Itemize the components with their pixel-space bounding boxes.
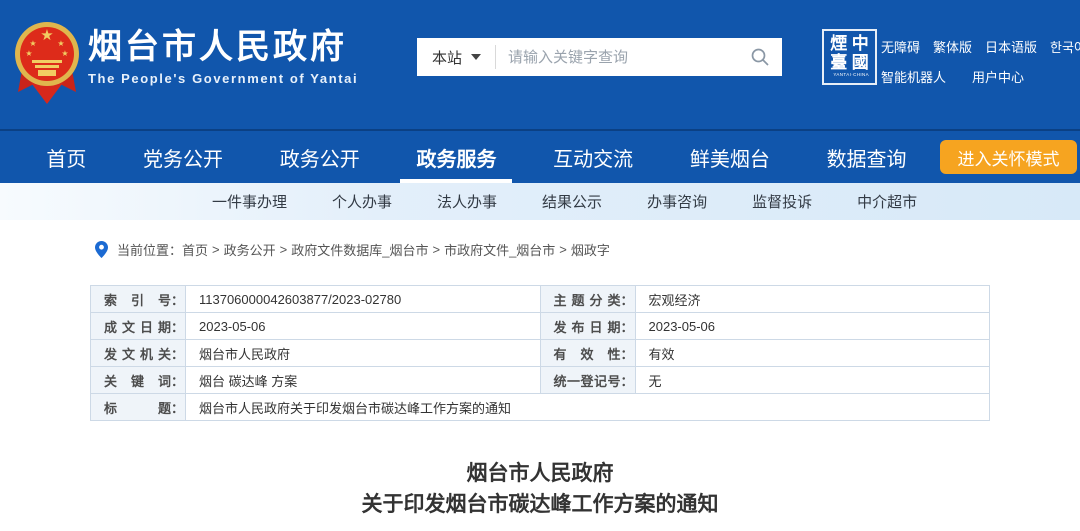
- subnav-item-intermediary[interactable]: 中介超市: [857, 191, 917, 212]
- table-row: 发文机关： 烟台市人民政府 有效性： 有效: [91, 340, 990, 367]
- site-title: 烟台市人民政府: [88, 27, 358, 67]
- meta-label-written-date: 成文日期：: [91, 313, 186, 340]
- breadcrumb-prefix: 当前位置：: [117, 240, 182, 259]
- svg-text:★: ★: [25, 49, 32, 58]
- nav-item-gov-disclosure[interactable]: 政务公开: [274, 131, 366, 183]
- main-nav: 首页 党务公开 政务公开 政务服务 互动交流 鲜美烟台 数据查询 进入关怀模式: [0, 131, 1080, 183]
- seal-char: 煙: [828, 34, 850, 53]
- crumb-city-gov-docs[interactable]: 市政府文件_烟台市: [444, 240, 555, 259]
- subnav-item-legal-person[interactable]: 法人办事: [437, 191, 497, 212]
- meta-label-topic-category: 主题分类：: [540, 286, 635, 313]
- seal-char: 國: [850, 53, 872, 72]
- meta-label-validity: 有效性：: [540, 340, 635, 367]
- meta-label-keywords: 关键词：: [91, 367, 186, 394]
- care-mode-button[interactable]: 进入关怀模式: [940, 140, 1077, 174]
- meta-value-issuing-agency: 烟台市人民政府: [186, 340, 541, 367]
- document-title-line1: 烟台市人民政府: [0, 458, 1080, 489]
- link-traditional-chinese[interactable]: 繁体版: [933, 37, 972, 56]
- table-row: 标题： 烟台市人民政府关于印发烟台市碳达峰工作方案的通知: [91, 394, 990, 421]
- meta-value-written-date: 2023-05-06: [186, 313, 541, 340]
- crumb-gov-disclosure[interactable]: 政务公开: [224, 240, 276, 259]
- meta-value-publish-date: 2023-05-06: [635, 313, 990, 340]
- site-subtitle: The People's Government of Yantai: [88, 71, 358, 86]
- nav-item-fresh-yantai[interactable]: 鲜美烟台: [684, 131, 776, 183]
- svg-text:★: ★: [61, 49, 68, 58]
- crumb-separator: >: [212, 242, 220, 257]
- crumb-home[interactable]: 首页: [182, 240, 208, 259]
- subnav-item-results[interactable]: 结果公示: [542, 191, 602, 212]
- meta-label-unified-reg-no: 统一登记号：: [540, 367, 635, 394]
- meta-value-topic-category: 宏观经济: [635, 286, 990, 313]
- crumb-separator: >: [280, 242, 288, 257]
- link-korean[interactable]: 한국어판: [1050, 37, 1080, 56]
- search-bar: 本站: [417, 38, 782, 76]
- nav-item-home[interactable]: 首页: [40, 131, 92, 183]
- search-input[interactable]: [496, 49, 738, 66]
- quick-links-row-2: 智能机器人 用户中心: [881, 67, 1071, 86]
- document-title: 烟台市人民政府 关于印发烟台市碳达峰工作方案的通知: [0, 458, 1080, 520]
- subnav-item-supervision[interactable]: 监督投诉: [752, 191, 812, 212]
- link-smart-robot[interactable]: 智能机器人: [881, 67, 946, 86]
- link-user-center[interactable]: 用户中心: [972, 67, 1024, 86]
- link-japanese[interactable]: 日本语版: [985, 37, 1037, 56]
- svg-text:★: ★: [57, 39, 64, 48]
- crumb-yanzhengzi[interactable]: 烟政字: [571, 240, 610, 259]
- meta-value-unified-reg-no: 无: [635, 367, 990, 394]
- subnav-item-consult[interactable]: 办事咨询: [647, 191, 707, 212]
- table-row: 索引号： 113706000042603877/2023-02780 主题分类：…: [91, 286, 990, 313]
- site-identity: 烟台市人民政府 The People's Government of Yanta…: [88, 27, 358, 86]
- meta-label-title: 标题：: [91, 394, 186, 421]
- crumb-separator: >: [559, 242, 567, 257]
- nav-item-data-query[interactable]: 数据查询: [821, 131, 913, 183]
- nav-item-interaction[interactable]: 互动交流: [547, 131, 639, 183]
- document-meta-table: 索引号： 113706000042603877/2023-02780 主题分类：…: [90, 285, 990, 421]
- nav-item-party-affairs[interactable]: 党务公开: [137, 131, 229, 183]
- quick-links-row-1: 无障碍 繁体版 日本语版 한국어판: [881, 37, 1071, 56]
- meta-label-index-no: 索引号：: [91, 286, 186, 313]
- main-nav-items: 首页 党务公开 政务公开 政务服务 互动交流 鲜美烟台 数据查询: [0, 131, 935, 183]
- search-icon: [750, 47, 770, 67]
- meta-label-issuing-agency: 发文机关：: [91, 340, 186, 367]
- yantai-china-seal-logo: 煙 中 臺 國 YANTAI·CHINA: [822, 29, 877, 85]
- seal-char: 中: [850, 34, 872, 53]
- site-header: ★ ★ ★ ★ ★ 烟台市人民政府 The People's Governmen…: [0, 0, 1080, 131]
- search-scope-label: 本站: [432, 47, 462, 68]
- subnav-item-personal[interactable]: 个人办事: [332, 191, 392, 212]
- search-scope-dropdown[interactable]: 本站: [417, 47, 495, 68]
- svg-text:★: ★: [40, 27, 53, 44]
- meta-value-title: 烟台市人民政府关于印发烟台市碳达峰工作方案的通知: [186, 394, 990, 421]
- location-pin-icon: [95, 241, 108, 258]
- seal-characters: 煙 中 臺 國: [828, 34, 871, 72]
- seal-char: 臺: [828, 53, 850, 72]
- crumb-separator: >: [432, 242, 440, 257]
- table-row: 成文日期： 2023-05-06 发布日期： 2023-05-06: [91, 313, 990, 340]
- quick-links: 无障碍 繁体版 日本语版 한국어판 智能机器人 用户中心: [881, 37, 1071, 97]
- subnav-item-one-thing[interactable]: 一件事办理: [212, 191, 287, 212]
- svg-text:★: ★: [29, 39, 36, 48]
- nav-item-gov-services[interactable]: 政务服务: [410, 131, 502, 183]
- link-accessibility[interactable]: 无障碍: [881, 37, 920, 56]
- meta-value-validity: 有效: [635, 340, 990, 367]
- crumb-doc-database[interactable]: 政府文件数据库_烟台市: [291, 240, 428, 259]
- document-title-line2: 关于印发烟台市碳达峰工作方案的通知: [0, 489, 1080, 520]
- search-button[interactable]: [738, 47, 782, 67]
- caret-down-icon: [471, 54, 481, 60]
- national-emblem-icon: ★ ★ ★ ★ ★: [12, 18, 82, 106]
- meta-value-keywords: 烟台 碳达峰 方案: [186, 367, 541, 394]
- seal-caption: YANTAI·CHINA: [833, 73, 865, 78]
- table-row: 关键词： 烟台 碳达峰 方案 统一登记号： 无: [91, 367, 990, 394]
- meta-value-index-no: 113706000042603877/2023-02780: [186, 286, 541, 313]
- meta-label-publish-date: 发布日期：: [540, 313, 635, 340]
- breadcrumb: 当前位置： 首页 > 政务公开 > 政府文件数据库_烟台市 > 市政府文件_烟台…: [95, 240, 1080, 259]
- sub-nav: 一件事办理 个人办事 法人办事 结果公示 办事咨询 监督投诉 中介超市: [0, 183, 1080, 220]
